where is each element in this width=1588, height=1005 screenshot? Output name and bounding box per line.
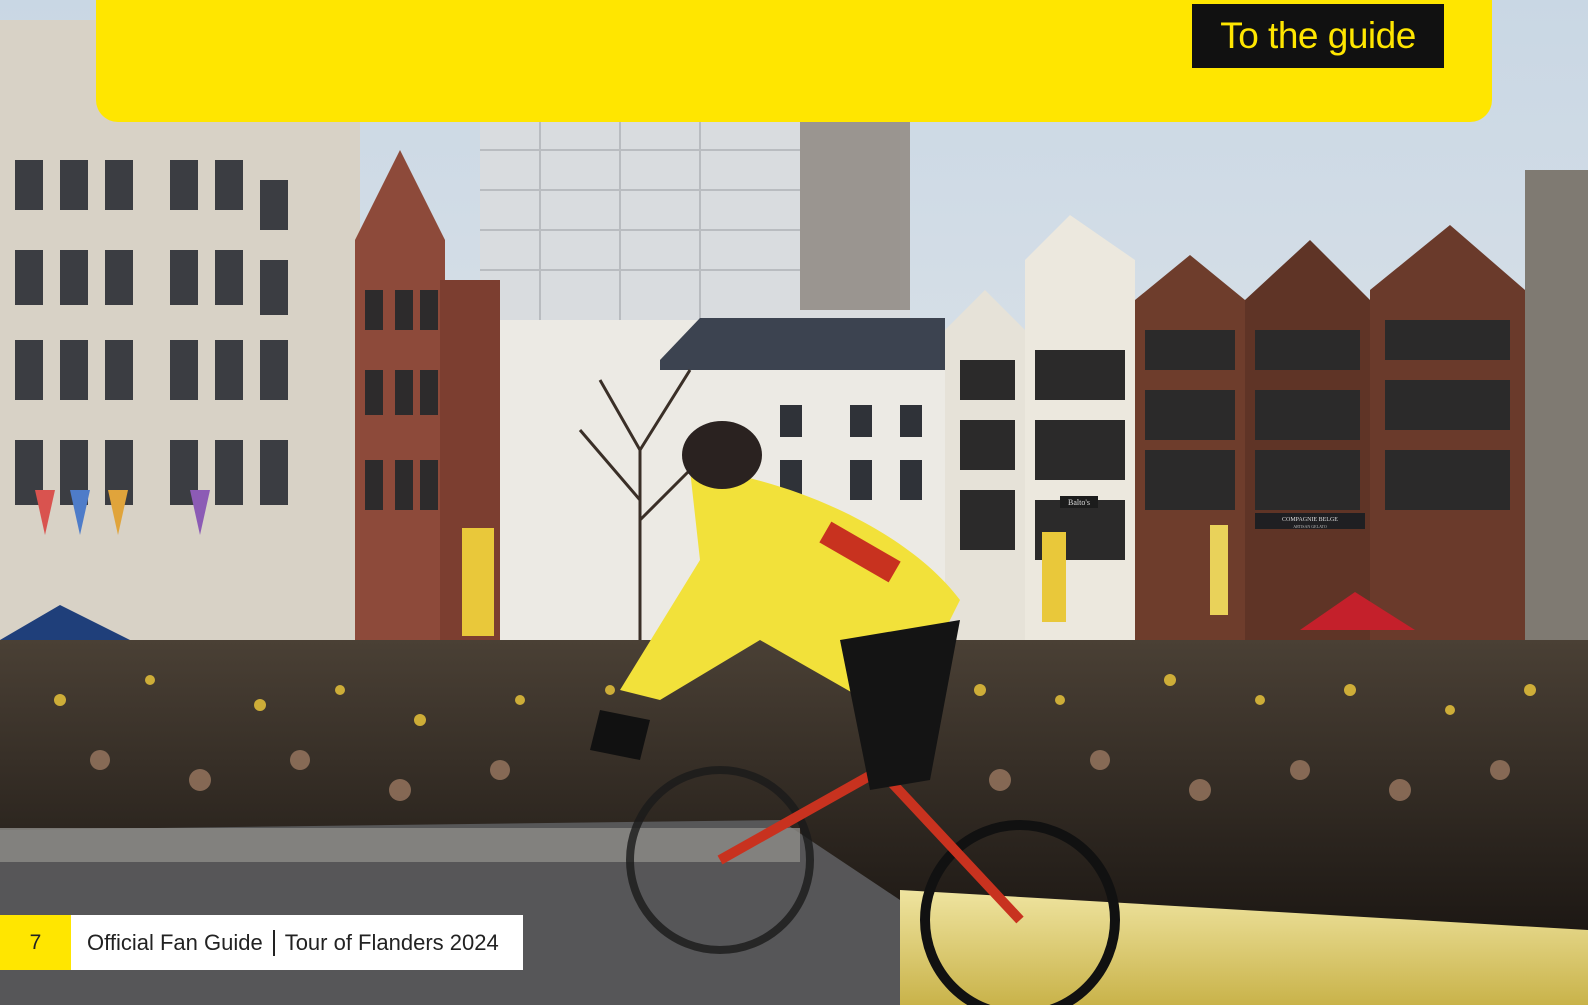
footer-title: Official Fan Guide Tour of Flanders 2024 [71,915,523,970]
page-footer: 7 Official Fan Guide Tour of Flanders 20… [0,915,523,970]
sign-artisan-gelato: ARTISAN GELATO [1293,524,1327,529]
top-banner: To the guide [96,0,1492,122]
to-the-guide-button[interactable]: To the guide [1192,4,1444,68]
footer-separator [272,929,275,956]
yellow-banner-left [462,528,494,636]
event-name: Tour of Flanders 2024 [284,929,499,955]
sign-baltos: Balto's [1068,498,1090,507]
yellow-banner-right [1210,525,1228,615]
cover-photo: Balto's COMPAGNIE BELGE ARTISAN GELATO [0,0,1588,1005]
page-number: 7 [0,915,71,970]
sign-compagnie-belge: COMPAGNIE BELGE [1282,517,1338,523]
yellow-banner-mid [1042,532,1066,622]
guide-name: Official Fan Guide [87,929,263,955]
